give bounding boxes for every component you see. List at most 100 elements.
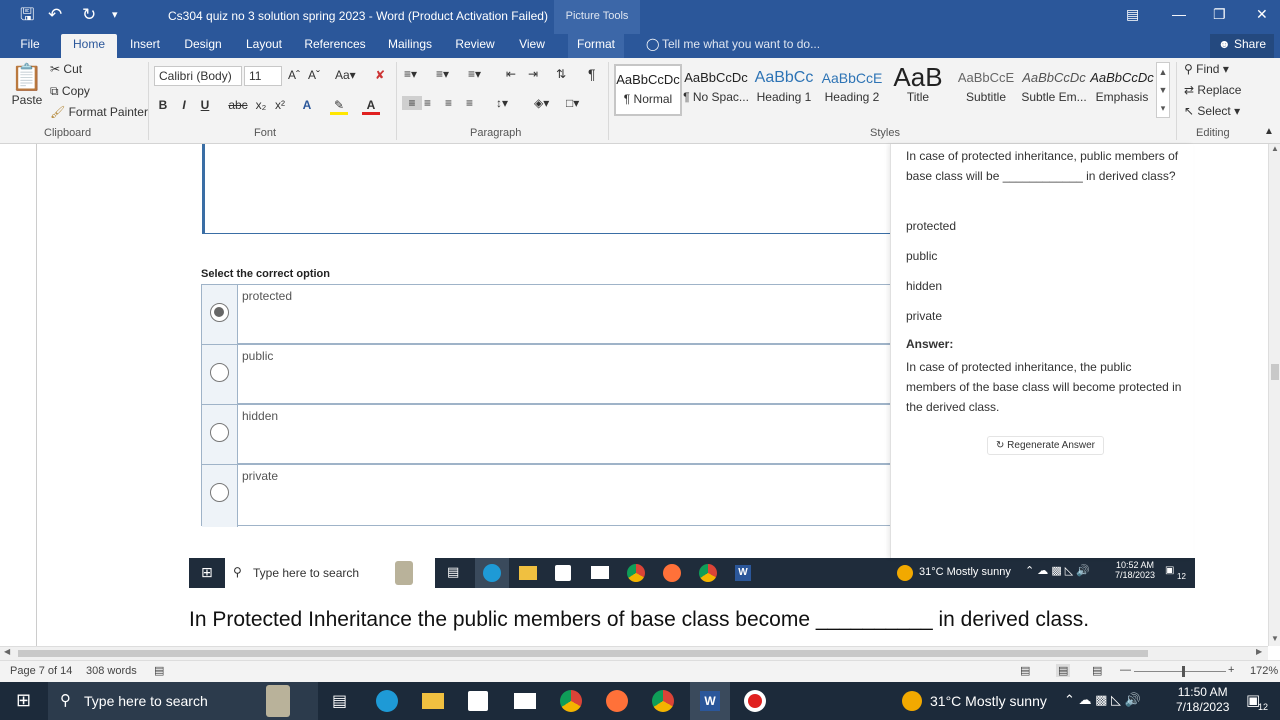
show-marks-icon[interactable]: ¶ [588,66,596,82]
replace-button[interactable]: ⇄ Replace [1184,83,1241,97]
zoom-slider[interactable] [1134,671,1226,672]
scroll-up-icon[interactable]: ▲ [1271,144,1279,153]
file-explorer-icon[interactable] [422,693,444,709]
firefox-icon[interactable] [606,690,628,712]
bold-icon[interactable]: B [154,98,172,112]
collapse-ribbon-icon[interactable]: ▲ [1264,126,1274,137]
windows-start-icon[interactable]: ⊞ [16,690,31,711]
tab-layout[interactable]: Layout [240,34,288,58]
font-name-select[interactable]: Calibri (Body) [154,66,242,86]
regenerate-answer-button[interactable]: ↻ Regenerate Answer [987,436,1105,455]
tab-home[interactable]: Home [61,34,117,58]
quiz-option-row[interactable]: protected [201,284,901,345]
tab-insert[interactable]: Insert [124,34,166,58]
share-button[interactable]: ☻ Share [1210,34,1275,58]
mail-icon[interactable] [514,693,536,709]
scroll-thumb[interactable] [18,650,1148,657]
sort-icon[interactable]: ⇅ [556,67,566,81]
quiz-option-row[interactable]: hidden [201,404,901,465]
tell-me-search[interactable]: Tell me what you want to do... [662,37,820,51]
shrink-font-icon[interactable]: Aˇ [308,68,320,82]
line-spacing-icon[interactable]: ↕▾ [496,96,508,110]
ribbon-display-options-icon[interactable]: ▤ [1126,6,1139,23]
save-icon[interactable]: 🖫 [20,5,34,25]
shading-icon[interactable]: ◈▾ [534,96,549,110]
weather-sun-icon[interactable] [902,691,922,711]
style-emphasis[interactable]: AaBbCcDc Emphasis [1088,64,1156,116]
radio-button[interactable] [210,363,229,382]
multilevel-list-icon[interactable]: ≡▾ [468,67,481,81]
chrome-icon[interactable] [560,690,582,712]
close-button[interactable]: ✕ [1256,6,1268,23]
style-title[interactable]: AaB Title [886,64,950,116]
find-button[interactable]: ⚲ Find ▾ [1184,62,1229,76]
web-layout-icon[interactable]: ▤ [1092,664,1102,677]
radio-button[interactable] [210,483,229,502]
align-left-icon[interactable]: ≡ [402,96,422,110]
redo-icon[interactable]: ↻ [82,5,96,25]
taskbar-search-box[interactable]: ⚲ Type here to search [48,682,318,720]
grow-font-icon[interactable]: Aˆ [288,68,300,82]
strikethrough-icon[interactable]: abc [228,98,248,112]
scroll-down-icon[interactable]: ▼ [1271,634,1279,643]
align-center-icon[interactable]: ≡ [424,96,431,110]
bullets-icon[interactable]: ≡▾ [404,67,417,81]
style-heading-2[interactable]: AaBbCcE Heading 2 [818,64,886,116]
scroll-right-icon[interactable]: ▶ [1256,647,1262,656]
copy-button[interactable]: ⧉ Copy [50,84,90,99]
page-count[interactable]: Page 7 of 14 [10,665,72,677]
style-normal[interactable]: AaBbCcDc ¶ Normal [614,64,682,116]
scroll-thumb[interactable] [1271,364,1279,380]
system-tray-icons[interactable]: ⌃ ☁ ▩ ◺ 🔊 [1064,692,1141,708]
increase-indent-icon[interactable]: ⇥ [528,67,538,81]
justify-icon[interactable]: ≡ [466,96,473,110]
underline-icon[interactable]: U [196,98,214,112]
quiz-option-row[interactable]: private [201,464,901,527]
align-right-icon[interactable]: ≡ [445,96,452,110]
tab-mailings[interactable]: Mailings [382,34,438,58]
minimize-button[interactable]: — [1172,6,1186,22]
borders-icon[interactable]: □▾ [566,96,579,110]
vertical-scrollbar[interactable]: ▲ ▼ [1268,144,1280,646]
store-icon[interactable] [468,691,488,711]
zoom-level[interactable]: 172% [1250,665,1278,677]
word-taskbar-button[interactable]: W [690,682,730,720]
zoom-slider-thumb[interactable] [1182,666,1185,677]
format-painter-button[interactable]: 🖌 Format Painter [50,105,148,119]
cut-button[interactable]: ✂ Cut [50,62,82,76]
font-color-icon[interactable]: A [362,98,380,115]
superscript-icon[interactable]: x² [271,98,289,112]
radio-button-selected[interactable] [210,303,229,322]
scroll-left-icon[interactable]: ◀ [4,647,10,656]
tab-view[interactable]: View [512,34,552,58]
radio-button[interactable] [210,423,229,442]
subscript-icon[interactable]: x₂ [252,98,270,112]
style-subtitle[interactable]: AaBbCcE Subtitle [952,64,1020,116]
quiz-option-row[interactable]: public [201,344,901,405]
edge-icon[interactable] [376,690,398,712]
tab-design[interactable]: Design [178,34,228,58]
select-button[interactable]: ↖ Select ▾ [1184,104,1240,118]
maximize-button[interactable]: ❐ [1213,6,1226,23]
print-layout-icon[interactable]: ▤ [1056,664,1071,677]
zoom-in-icon[interactable]: + [1228,664,1234,676]
chrome-icon[interactable] [652,690,674,712]
tab-references[interactable]: References [300,34,370,58]
style-subtle-emphasis[interactable]: AaBbCcDc Subtle Em... [1020,64,1088,116]
change-case-icon[interactable]: Aa▾ [335,68,356,82]
tab-format[interactable]: Format [568,34,624,58]
numbering-icon[interactable]: ≡▾ [436,67,449,81]
word-count[interactable]: 308 words [86,665,137,677]
taskbar-clock[interactable]: 11:50 AM 7/18/2023 [1176,685,1229,715]
style-no-spacing[interactable]: AaBbCcDc ¶ No Spac... [682,64,750,116]
horizontal-scrollbar[interactable]: ◀ ▶ [0,646,1268,660]
record-icon[interactable] [744,690,766,712]
tab-file[interactable]: File [12,34,48,58]
decrease-indent-icon[interactable]: ⇤ [506,67,516,81]
highlight-color-icon[interactable]: ✎ [330,98,348,115]
style-heading-1[interactable]: AaBbCc Heading 1 [750,64,818,116]
zoom-out-icon[interactable]: — [1120,664,1131,676]
task-view-icon[interactable]: ▤ [332,691,347,711]
tab-review[interactable]: Review [450,34,500,58]
undo-icon[interactable]: ↶ [48,5,62,25]
